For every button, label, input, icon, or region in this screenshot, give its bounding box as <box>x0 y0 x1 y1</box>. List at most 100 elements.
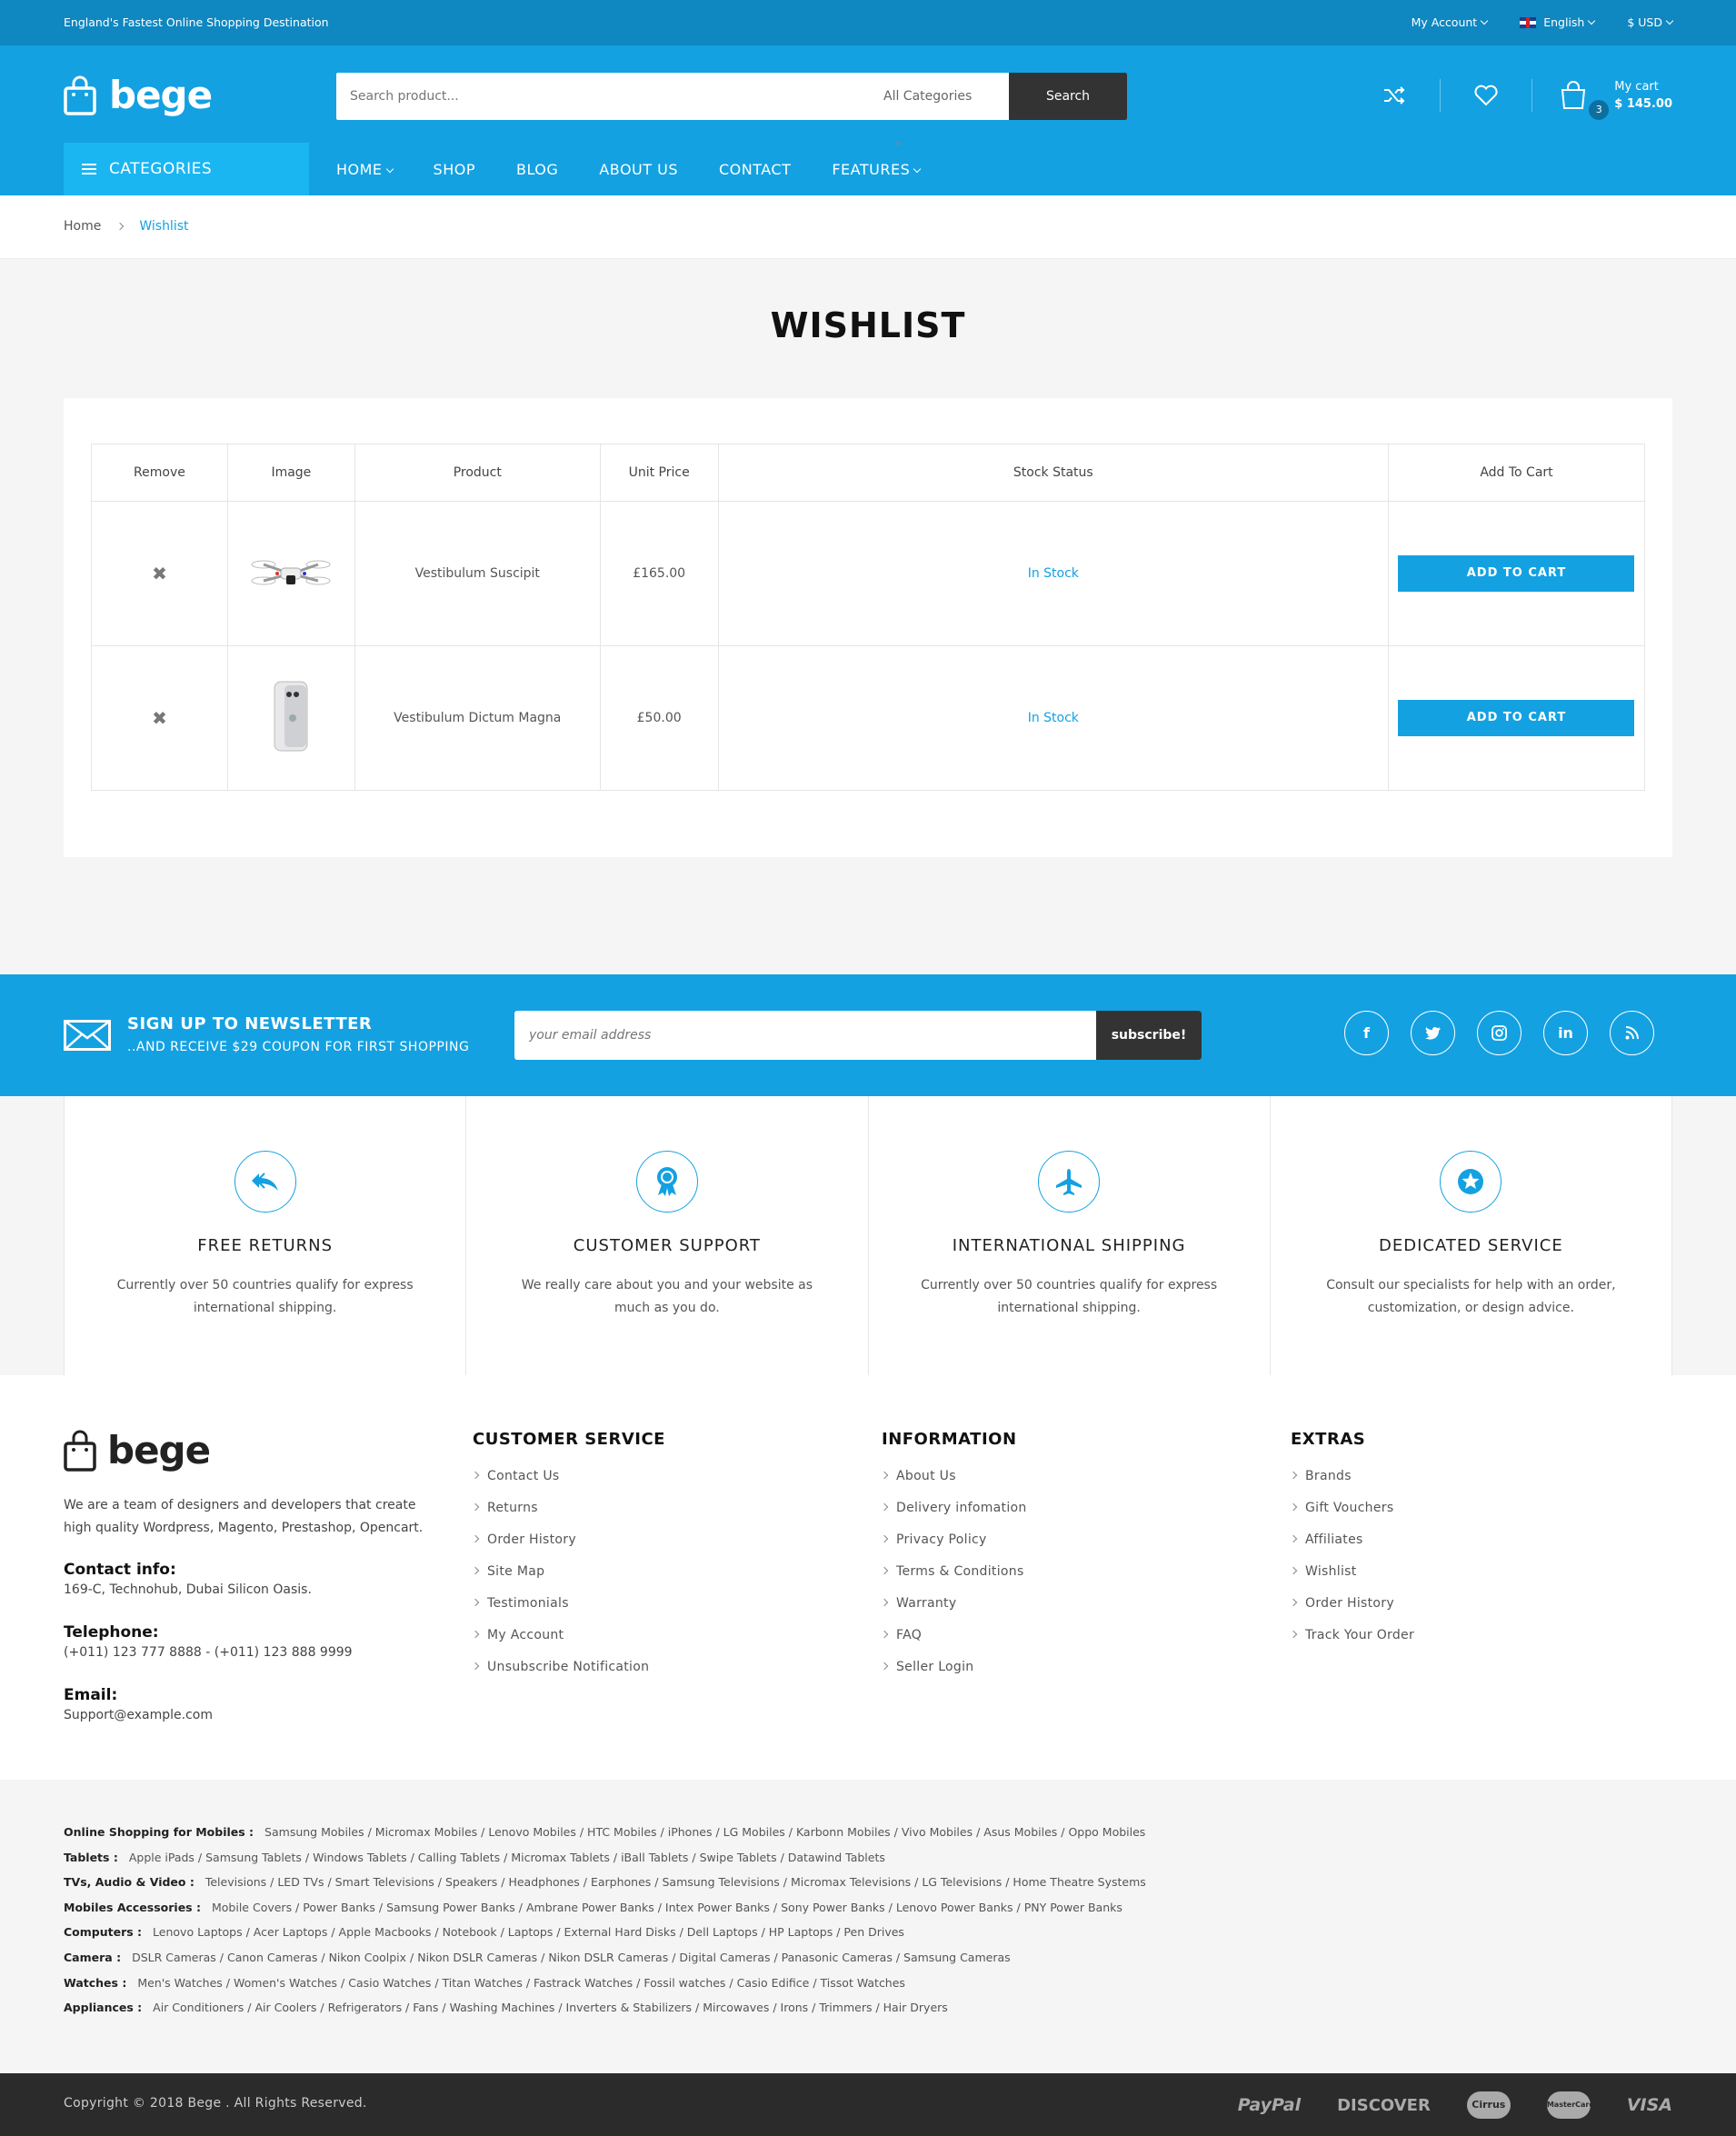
mini-cart[interactable]: 3 My cart $ 145.00 <box>1560 78 1672 120</box>
tag-link[interactable]: Nikon DSLR Cameras <box>548 1951 668 1964</box>
tag-link[interactable]: Fastrack Watches <box>534 1976 633 1990</box>
category-select[interactable]: All Categories <box>883 73 982 146</box>
tag-link[interactable]: Intex Power Banks <box>665 1901 770 1914</box>
search-input[interactable] <box>336 73 882 120</box>
breadcrumb-home[interactable]: Home <box>64 219 101 234</box>
tag-link[interactable]: iPhones <box>668 1825 713 1839</box>
phone-image[interactable] <box>271 680 311 756</box>
tag-link[interactable]: Lenovo Mobiles <box>488 1825 576 1839</box>
tag-link[interactable]: iBall Tablets <box>621 1851 688 1864</box>
footer-link[interactable]: Wishlist <box>1291 1564 1414 1596</box>
tag-link[interactable]: Asus Mobiles <box>983 1825 1057 1839</box>
tag-link[interactable]: Speakers <box>445 1875 497 1889</box>
tag-link[interactable]: Oppo Mobiles <box>1068 1825 1145 1839</box>
nav-features[interactable]: FEATURES <box>832 161 922 178</box>
currency-dropdown[interactable]: $ USD <box>1627 15 1674 29</box>
drone-image[interactable] <box>250 552 332 595</box>
product-name[interactable]: Vestibulum Suscipit <box>354 501 601 646</box>
rss-icon[interactable] <box>1610 1011 1654 1055</box>
my-account-dropdown[interactable]: My Account <box>1412 15 1489 29</box>
tag-link[interactable]: Sony Power Banks <box>781 1901 885 1914</box>
tag-link[interactable]: Mobile Covers <box>212 1901 292 1914</box>
tag-link[interactable]: Nikon DSLR Cameras <box>417 1951 537 1964</box>
remove-icon[interactable]: ✖ <box>152 563 167 584</box>
footer-link[interactable]: Gift Vouchers <box>1291 1501 1414 1532</box>
tag-link[interactable]: Power Banks <box>303 1901 375 1914</box>
tag-link[interactable]: Nikon Coolpix <box>329 1951 406 1964</box>
linkedin-icon[interactable]: in <box>1543 1011 1588 1055</box>
tag-link[interactable]: Washing Machines <box>450 2001 555 2014</box>
tag-link[interactable]: Canon Cameras <box>227 1951 317 1964</box>
tag-link[interactable]: LED TVs <box>277 1875 324 1889</box>
tag-link[interactable]: Micromax Televisions <box>791 1875 911 1889</box>
tag-link[interactable]: Lenovo Power Banks <box>896 1901 1013 1914</box>
footer-link[interactable]: My Account <box>473 1628 665 1660</box>
tag-link[interactable]: Calling Tablets <box>418 1851 500 1864</box>
product-name[interactable]: Vestibulum Dictum Magna <box>354 645 601 791</box>
instagram-icon[interactable] <box>1477 1011 1521 1055</box>
footer-link[interactable]: Seller Login <box>882 1660 1027 1692</box>
footer-link[interactable]: Warranty <box>882 1596 1027 1628</box>
tag-link[interactable]: Notebook <box>443 1925 497 1939</box>
footer-link[interactable]: About Us <box>882 1469 1027 1501</box>
tag-link[interactable]: Digital Cameras <box>679 1951 770 1964</box>
tag-link[interactable]: Irons <box>781 2001 809 2014</box>
nav-about-us[interactable]: ABOUT US <box>599 161 678 178</box>
add-to-cart-button[interactable]: ADD TO CART <box>1398 555 1635 592</box>
tag-link[interactable]: Fossil watches <box>644 1976 725 1990</box>
tag-link[interactable]: Samsung Mobiles <box>264 1825 364 1839</box>
tag-link[interactable]: Fans <box>413 2001 438 2014</box>
footer-link[interactable]: Terms & Conditions <box>882 1564 1027 1596</box>
footer-link[interactable]: Privacy Policy <box>882 1532 1027 1564</box>
tag-link[interactable]: Refrigerators <box>328 2001 402 2014</box>
tag-link[interactable]: Pen Drives <box>843 1925 904 1939</box>
tag-link[interactable]: Casio Edifice <box>737 1976 810 1990</box>
tag-link[interactable]: Swipe Tablets <box>700 1851 777 1864</box>
logo[interactable]: bege <box>64 73 213 117</box>
tag-link[interactable]: Inverters & Stabilizers <box>566 2001 693 2014</box>
tag-link[interactable]: Karbonn Mobiles <box>796 1825 891 1839</box>
tag-link[interactable]: Casio Watches <box>348 1976 431 1990</box>
tag-link[interactable]: Micromax Mobiles <box>375 1825 477 1839</box>
tag-link[interactable]: Mircowaves <box>703 2001 769 2014</box>
subscribe-button[interactable]: subscribe! <box>1096 1011 1202 1060</box>
tag-link[interactable]: Windows Tablets <box>313 1851 407 1864</box>
tag-link[interactable]: Headphones <box>508 1875 579 1889</box>
nav-blog[interactable]: BLOG <box>516 161 558 178</box>
wishlist-heart-icon[interactable] <box>1468 77 1504 114</box>
tag-link[interactable]: DSLR Cameras <box>132 1951 216 1964</box>
tag-link[interactable]: Earphones <box>591 1875 651 1889</box>
nav-home[interactable]: HOME <box>336 161 394 178</box>
language-dropdown[interactable]: English <box>1520 15 1596 29</box>
tag-link[interactable]: Panasonic Cameras <box>782 1951 893 1964</box>
tag-link[interactable]: Hair Dryers <box>883 2001 948 2014</box>
remove-icon[interactable]: ✖ <box>152 707 167 729</box>
tag-link[interactable]: Lenovo Laptops <box>153 1925 243 1939</box>
tag-link[interactable]: Air Conditioners <box>153 2001 244 2014</box>
footer-link[interactable]: FAQ <box>882 1628 1027 1660</box>
tag-link[interactable]: Apple Macbooks <box>339 1925 432 1939</box>
tag-link[interactable]: LG Televisions <box>922 1875 1002 1889</box>
tag-link[interactable]: Women's Watches <box>234 1976 337 1990</box>
tag-link[interactable]: Vivo Mobiles <box>902 1825 973 1839</box>
tag-link[interactable]: HTC Mobiles <box>587 1825 657 1839</box>
tag-link[interactable]: Ambrane Power Banks <box>526 1901 654 1914</box>
twitter-icon[interactable] <box>1411 1011 1455 1055</box>
footer-logo[interactable]: bege <box>64 1428 211 1472</box>
newsletter-email-input[interactable] <box>514 1011 1096 1060</box>
footer-link[interactable]: Affiliates <box>1291 1532 1414 1564</box>
compare-icon[interactable] <box>1376 77 1412 114</box>
footer-link[interactable]: Testimonials <box>473 1596 665 1628</box>
footer-link[interactable]: Track Your Order <box>1291 1628 1414 1660</box>
tag-link[interactable]: Air Coolers <box>254 2001 316 2014</box>
tag-link[interactable]: Smart Televisions <box>335 1875 434 1889</box>
nav-shop[interactable]: SHOP <box>434 161 475 178</box>
footer-link[interactable]: Brands <box>1291 1469 1414 1501</box>
tag-link[interactable]: HP Laptops <box>769 1925 833 1939</box>
footer-link[interactable]: Contact Us <box>473 1469 665 1501</box>
footer-link[interactable]: Site Map <box>473 1564 665 1596</box>
tag-link[interactable]: Televisions <box>205 1875 266 1889</box>
categories-button[interactable]: CATEGORIES <box>64 143 309 195</box>
tag-link[interactable]: Dell Laptops <box>687 1925 758 1939</box>
search-button[interactable]: Search <box>1009 73 1127 120</box>
